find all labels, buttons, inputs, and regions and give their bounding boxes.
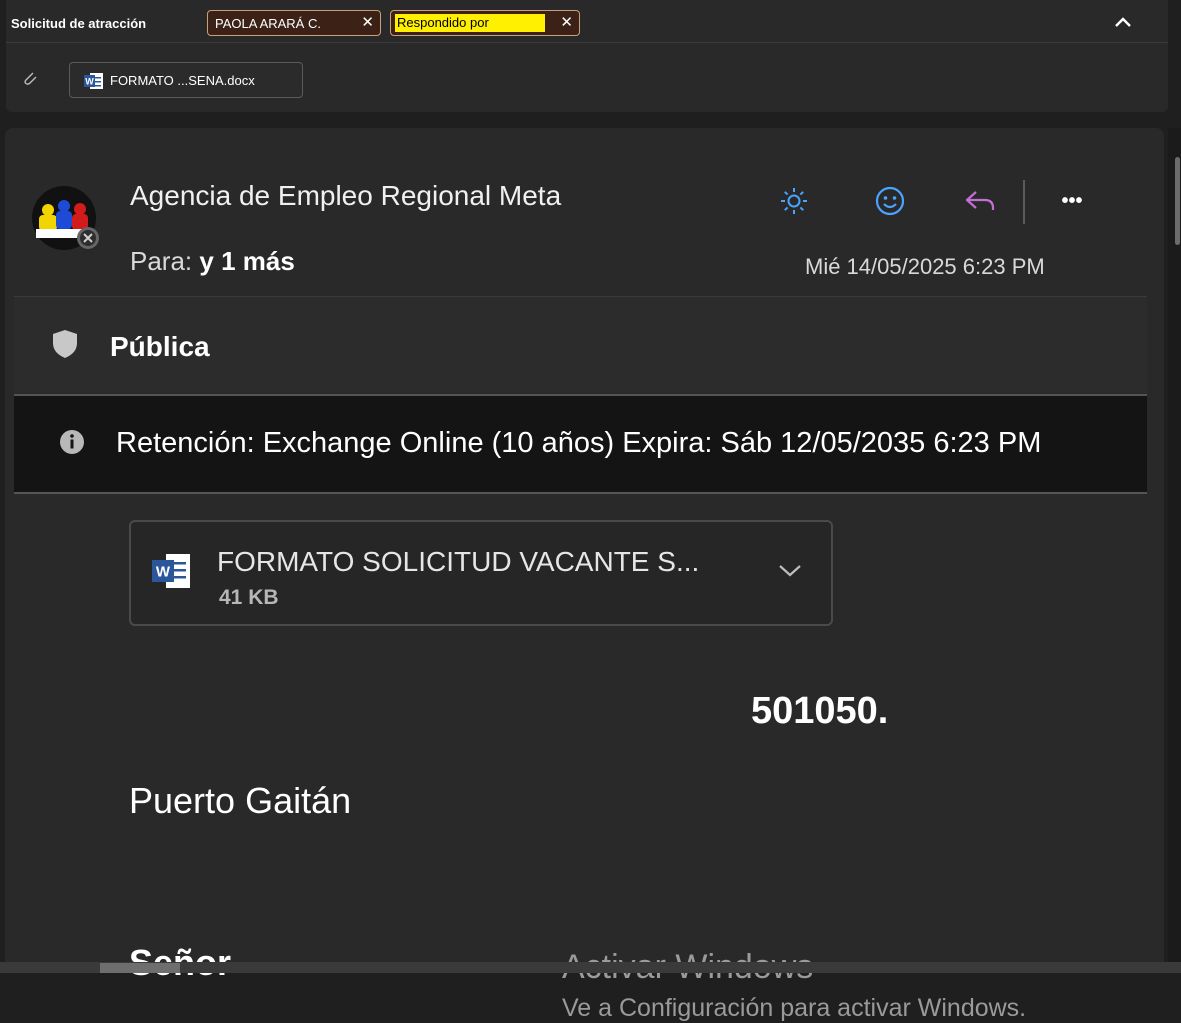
category-tag-label: PAOLA ARARÁ C. xyxy=(215,15,321,31)
message-date: Mié 14/05/2025 6:23 PM xyxy=(805,254,1045,279)
scrollbar-thumb[interactable] xyxy=(1175,157,1180,245)
actions-divider xyxy=(1023,180,1025,224)
remove-tag-icon[interactable]: ✕ xyxy=(560,13,573,31)
recipients-row[interactable]: Para: y 1 más xyxy=(130,246,295,277)
attachment-card[interactable]: W FORMATO SOLICITUD VACANTE S... 41 KB xyxy=(129,520,833,626)
chevron-down-icon[interactable] xyxy=(777,560,803,585)
retention-banner: Retención: Exchange Online (10 años) Exp… xyxy=(14,394,1147,494)
reply-icon[interactable] xyxy=(957,178,1003,224)
smiley-icon[interactable] xyxy=(867,178,913,224)
attachment-size: 41 KB xyxy=(219,586,279,609)
attachment-chip[interactable]: W FORMATO ...SENA.docx xyxy=(69,62,303,98)
attachment-chip-label: FORMATO ...SENA.docx xyxy=(110,73,255,88)
sender-name[interactable]: Agencia de Empleo Regional Meta xyxy=(130,180,561,212)
horizontal-scrollbar-thumb[interactable] xyxy=(100,963,180,973)
sender-avatar[interactable] xyxy=(30,184,102,256)
subject-label: Solicitud de atracción xyxy=(11,16,147,31)
shield-icon xyxy=(52,329,78,364)
remove-tag-icon[interactable]: ✕ xyxy=(361,13,374,31)
svg-text:W: W xyxy=(85,77,94,87)
more-options-icon[interactable]: ••• xyxy=(1049,178,1095,224)
activation-watermark-subtitle: Ve a Configuración para activar Windows. xyxy=(562,994,1027,1022)
category-tag-respondido[interactable]: Respondido por ✕ xyxy=(390,10,580,36)
to-label: Para: xyxy=(130,246,193,276)
chevron-up-icon[interactable] xyxy=(1112,12,1134,34)
sensitivity-banner: Pública xyxy=(14,296,1147,393)
message-pane: Agencia de Empleo Regional Meta Para: y … xyxy=(5,128,1164,1022)
paperclip-icon xyxy=(22,70,38,86)
subject-row: Solicitud de atracción PAOLA ARARÁ C. ✕ … xyxy=(6,6,1168,43)
category-tag-paola[interactable]: PAOLA ARARÁ C. ✕ xyxy=(207,10,381,36)
info-icon xyxy=(59,429,85,460)
body-city: Puerto Gaitán xyxy=(129,780,352,821)
body-number: 501050. xyxy=(751,690,889,732)
to-more-recipients[interactable]: y 1 más xyxy=(199,246,294,276)
sensitivity-label: Pública xyxy=(110,331,210,362)
attachment-name: FORMATO SOLICITUD VACANTE S... xyxy=(217,546,700,577)
word-doc-icon: W xyxy=(152,552,192,595)
svg-text:W: W xyxy=(156,564,171,581)
retention-label: Retención: Exchange Online (10 años) Exp… xyxy=(116,427,1042,459)
vertical-scrollbar[interactable] xyxy=(1168,128,1181,973)
category-tag-label: Respondido por xyxy=(395,14,545,32)
sun-icon[interactable] xyxy=(771,178,817,224)
word-doc-icon: W xyxy=(84,72,104,95)
attachment-row: W FORMATO ...SENA.docx xyxy=(6,52,1168,102)
message-header-bar: Solicitud de atracción PAOLA ARARÁ C. ✕ … xyxy=(6,0,1168,112)
